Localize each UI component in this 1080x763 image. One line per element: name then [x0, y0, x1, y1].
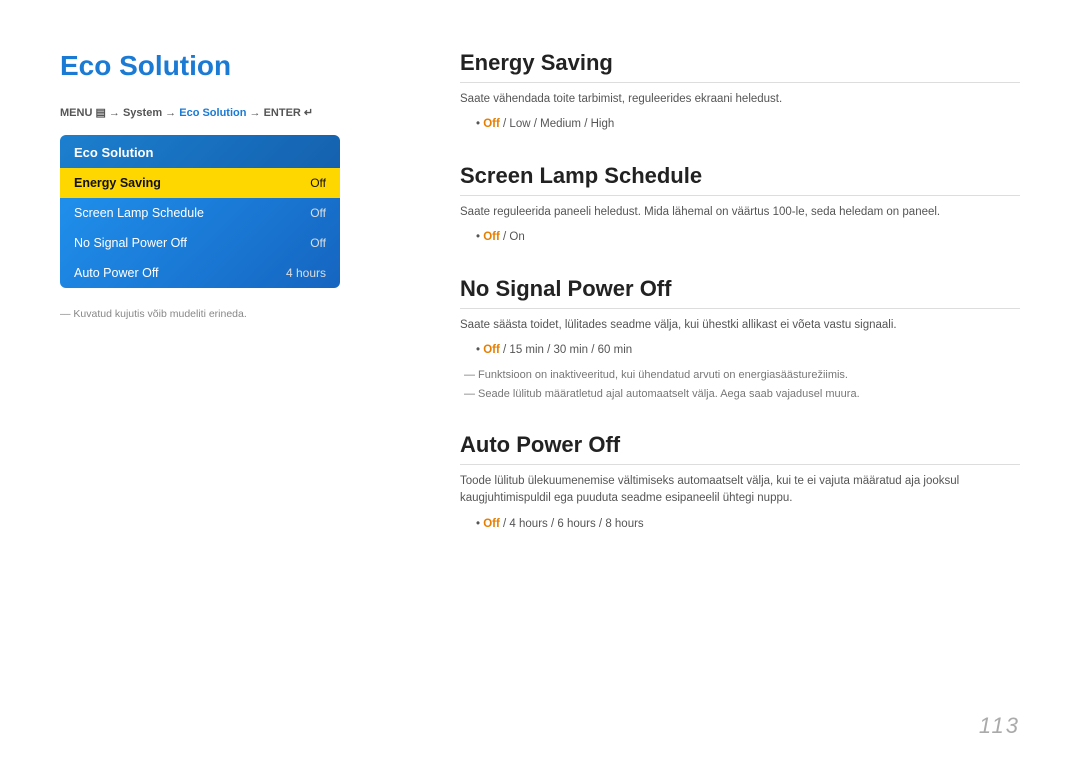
sidebar-item-screen-lamp[interactable]: Screen Lamp Schedule Off: [60, 198, 340, 228]
sidebar-title: Eco Solution: [60, 135, 340, 168]
system-label: System: [123, 107, 162, 119]
arrow2: →: [165, 107, 179, 119]
arrow3: →: [250, 107, 264, 119]
menu-label: MENU ▤: [60, 107, 106, 119]
section-screen-lamp-title: Screen Lamp Schedule: [460, 163, 1020, 196]
section-screen-lamp: Screen Lamp Schedule Saate reguleerida p…: [460, 163, 1020, 248]
section-no-signal: No Signal Power Off Saate säästa toidet,…: [460, 276, 1020, 404]
section-auto-power-options: • Off / 4 hours / 6 hours / 8 hours: [476, 514, 1020, 535]
sidebar-item-no-signal[interactable]: No Signal Power Off Off: [60, 228, 340, 258]
section-auto-power: Auto Power Off Toode lülitub ülekuumenem…: [460, 432, 1020, 534]
section-no-signal-options: • Off / 15 min / 30 min / 60 min: [476, 340, 1020, 361]
sidebar-item-energy-saving-label: Energy Saving: [74, 176, 161, 190]
energy-saving-opt-highlight: Off: [483, 118, 500, 130]
sidebar-menu: Eco Solution Energy Saving Off Screen La…: [60, 135, 340, 288]
section-auto-power-desc: Toode lülitub ülekuumenemise vältimiseks…: [460, 473, 1020, 508]
no-signal-note-1: — Funktsioon on inaktiveeritud, kui ühen…: [464, 367, 1020, 385]
sidebar-item-no-signal-value: Off: [310, 236, 326, 250]
no-signal-opt-highlight: Off: [483, 344, 500, 356]
right-panel: Energy Saving Saate vähendada toite tarb…: [460, 50, 1020, 723]
sidebar-item-screen-lamp-label: Screen Lamp Schedule: [74, 206, 204, 220]
page-title: Eco Solution: [60, 50, 400, 82]
left-panel: Eco Solution MENU ▤ → System → Eco Solut…: [60, 50, 400, 723]
screen-lamp-opt-highlight: Off: [483, 231, 500, 243]
arrow1: →: [109, 107, 123, 119]
enter-label: ENTER ↵: [264, 107, 314, 119]
sidebar-item-energy-saving-value: Off: [310, 176, 326, 190]
sidebar-item-energy-saving[interactable]: Energy Saving Off: [60, 168, 340, 198]
section-screen-lamp-desc: Saate reguleerida paneeli heledust. Mida…: [460, 204, 1020, 221]
section-screen-lamp-options: • Off / On: [476, 227, 1020, 248]
no-signal-note-2: — Seade lülitub määratletud ajal automaa…: [464, 386, 1020, 404]
footnote: Kuvatud kujutis võib mudeliti erineda.: [60, 308, 400, 320]
sidebar-item-auto-power-value: 4 hours: [286, 266, 326, 280]
section-energy-saving: Energy Saving Saate vähendada toite tarb…: [460, 50, 1020, 135]
section-auto-power-title: Auto Power Off: [460, 432, 1020, 465]
sidebar-item-no-signal-label: No Signal Power Off: [74, 236, 187, 250]
sidebar-item-auto-power-label: Auto Power Off: [74, 266, 159, 280]
auto-power-opt-highlight: Off: [483, 518, 500, 530]
sidebar-item-auto-power[interactable]: Auto Power Off 4 hours: [60, 258, 340, 288]
section-energy-saving-options: • Off / Low / Medium / High: [476, 114, 1020, 135]
menu-path: MENU ▤ → System → Eco Solution → ENTER ↵: [60, 106, 400, 119]
sidebar-item-screen-lamp-value: Off: [310, 206, 326, 220]
eco-solution-label: Eco Solution: [179, 107, 246, 119]
section-energy-saving-title: Energy Saving: [460, 50, 1020, 83]
section-energy-saving-desc: Saate vähendada toite tarbimist, regulee…: [460, 91, 1020, 108]
section-no-signal-title: No Signal Power Off: [460, 276, 1020, 309]
page-number: 113: [979, 713, 1020, 739]
section-no-signal-desc: Saate säästa toidet, lülitades seadme vä…: [460, 317, 1020, 334]
